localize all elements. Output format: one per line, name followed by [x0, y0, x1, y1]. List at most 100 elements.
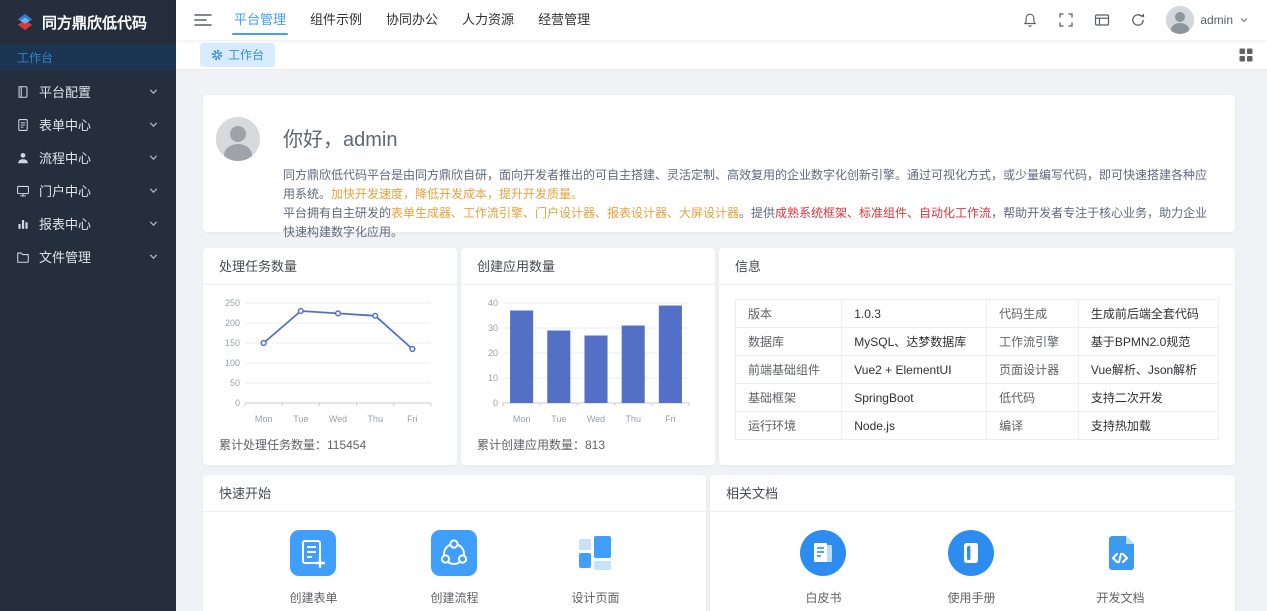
manual-icon	[948, 530, 994, 576]
grid-icon[interactable]	[1239, 48, 1253, 62]
nav-tab-0[interactable]: 平台管理	[232, 0, 288, 40]
sidebar-item-2[interactable]: 流程中心	[0, 141, 176, 174]
info-label: 页面设计器	[987, 356, 1079, 384]
svg-text:20: 20	[488, 348, 498, 358]
bell-icon[interactable]	[1022, 12, 1038, 28]
refresh-icon[interactable]	[1130, 12, 1146, 28]
nav-tabs: 平台管理组件示例协同办公人力资源经营管理	[232, 0, 592, 40]
sidebar-item-1[interactable]: 表单中心	[0, 108, 176, 141]
info-value: 1.0.3	[842, 300, 987, 328]
tasks-chart: 050100150200250MonTueWedThuFri	[203, 285, 457, 434]
nav-tab-2[interactable]: 协同办公	[384, 0, 440, 40]
info-table: 版本1.0.3代码生成生成前后端全套代码数据库MySQL、达梦数据库工作流引擎基…	[735, 299, 1219, 440]
info-label: 版本	[736, 300, 842, 328]
svg-text:10: 10	[488, 373, 498, 383]
doc-item-0[interactable]: 白皮书	[800, 530, 846, 606]
quick-start-items: 创建表单 创建流程 设计页面	[203, 512, 706, 606]
content: 你好，admin 同方鼎欣低代码平台是由同方鼎欣自研，面向开发者推出的可自主搭建…	[176, 70, 1267, 611]
quick-start-item-2[interactable]: 设计页面	[571, 530, 619, 606]
fullscreen-icon[interactable]	[1058, 12, 1074, 28]
sidebar-item-0[interactable]: 平台配置	[0, 75, 176, 108]
info-value: Vue解析、Json解析	[1078, 356, 1218, 384]
info-label: 工作流引擎	[987, 328, 1079, 356]
avatar	[1166, 6, 1194, 34]
portal-center-icon	[16, 184, 30, 198]
doc-item-1[interactable]: 使用手册	[947, 530, 995, 606]
info-value: 支持二次开发	[1078, 384, 1218, 412]
info-value: 基于BPMN2.0规范	[1078, 328, 1218, 356]
info-table-wrap: 版本1.0.3代码生成生成前后端全套代码数据库MySQL、达梦数据库工作流引擎基…	[719, 285, 1235, 454]
svg-text:200: 200	[225, 318, 240, 328]
svg-text:Fri: Fri	[665, 414, 676, 424]
tasks-line-chart: 050100150200250MonTueWedThuFri	[217, 293, 439, 429]
nav-tab-1[interactable]: 组件示例	[308, 0, 364, 40]
info-row: 前端基础组件Vue2 + ElementUI页面设计器Vue解析、Json解析	[736, 356, 1219, 384]
app-root: 同方鼎欣低代码 工作台 平台配置表单中心流程中心门户中心报表中心文件管理 平台管…	[0, 0, 1267, 611]
greeting: 你好，admin	[283, 123, 1215, 152]
doc-item-label: 白皮书	[805, 589, 841, 606]
info-row: 数据库MySQL、达梦数据库工作流引擎基于BPMN2.0规范	[736, 328, 1219, 356]
nav-tab-4[interactable]: 经营管理	[536, 0, 592, 40]
quick-start-item-label: 创建流程	[430, 589, 478, 606]
doc-item-2[interactable]: 开发文档	[1096, 530, 1144, 606]
quick-start-item-label: 设计页面	[571, 589, 619, 606]
welcome-description: 同方鼎欣低代码平台是由同方鼎欣自研，面向开发者推出的可自主搭建、灵活定制、高效复…	[283, 166, 1215, 242]
topbar-right: admin	[1022, 6, 1249, 34]
sidebar-item-4[interactable]: 报表中心	[0, 207, 176, 240]
gear-icon	[211, 49, 223, 61]
info-title: 信息	[719, 248, 1235, 285]
sidebar-item-3[interactable]: 门户中心	[0, 174, 176, 207]
welcome-avatar	[216, 117, 260, 161]
sidebar-item-5[interactable]: 文件管理	[0, 240, 176, 273]
logo-text: 同方鼎欣低代码	[42, 12, 147, 33]
info-label: 编译	[987, 412, 1079, 440]
tab-workbench[interactable]: 工作台	[200, 43, 275, 67]
apps-chart-card: 创建应用数量 010203040MonTueWedThuFri 累计创建应用数量…	[461, 248, 715, 465]
info-row: 运行环境Node.js编译支持热加载	[736, 412, 1219, 440]
quick-start-item-0[interactable]: 创建表单	[289, 530, 337, 606]
svg-text:Tue: Tue	[551, 414, 566, 424]
process-center-icon	[16, 151, 30, 165]
layout-icon[interactable]	[1094, 12, 1110, 28]
sidebar-item-label: 流程中心	[39, 148, 148, 167]
design-page-icon	[572, 530, 618, 576]
info-row: 基础框架SpringBoot低代码支持二次开发	[736, 384, 1219, 412]
chevron-down-icon	[148, 251, 160, 263]
apps-bar-chart: 010203040MonTueWedThuFri	[475, 293, 697, 429]
quick-start-card: 快速开始 创建表单创建流程设计页面	[203, 475, 706, 611]
form-center-icon	[16, 118, 30, 132]
chevron-down-icon	[148, 218, 160, 230]
user-menu[interactable]: admin	[1166, 6, 1249, 34]
info-value: SpringBoot	[842, 384, 987, 412]
svg-text:Mon: Mon	[513, 414, 531, 424]
apps-chart-title: 创建应用数量	[461, 248, 715, 285]
svg-text:Thu: Thu	[625, 414, 641, 424]
svg-text:250: 250	[225, 298, 240, 308]
apps-chart: 010203040MonTueWedThuFri	[461, 285, 715, 434]
doc-item-label: 使用手册	[947, 589, 995, 606]
platform-config-icon	[16, 85, 30, 99]
quick-start-item-1[interactable]: 创建流程	[430, 530, 478, 606]
svg-text:Mon: Mon	[255, 414, 273, 424]
svg-text:Thu: Thu	[367, 414, 383, 424]
quick-start-item-label: 创建表单	[289, 589, 337, 606]
tags-view-bar: 工作台	[176, 40, 1267, 70]
workbench-label: 工作台	[17, 49, 53, 66]
docs-title: 相关文档	[710, 475, 1235, 512]
sidebar-active-workbench[interactable]: 工作台	[0, 44, 176, 70]
tab-workbench-label: 工作台	[228, 46, 264, 63]
welcome-card: 你好，admin 同方鼎欣低代码平台是由同方鼎欣自研，面向开发者推出的可自主搭建…	[203, 95, 1235, 232]
sidebar: 同方鼎欣低代码 工作台 平台配置表单中心流程中心门户中心报表中心文件管理	[0, 0, 176, 611]
bottom-row: 快速开始 创建表单创建流程设计页面 相关文档 白皮书使用手册开发文档	[203, 475, 1235, 611]
stats-row: 处理任务数量 050100150200250MonTueWedThuFri 累计…	[203, 248, 1235, 465]
sidebar-item-label: 表单中心	[39, 115, 148, 134]
dev-doc-icon	[1097, 530, 1143, 576]
nav-tab-3[interactable]: 人力资源	[460, 0, 516, 40]
info-label: 基础框架	[736, 384, 842, 412]
tasks-total-label: 累计处理任务数量：115454	[203, 434, 457, 455]
app-logo[interactable]: 同方鼎欣低代码	[0, 0, 176, 44]
svg-text:Wed: Wed	[587, 414, 605, 424]
hamburger-icon[interactable]	[194, 12, 212, 28]
svg-text:100: 100	[225, 358, 240, 368]
welcome-line1: 同方鼎欣低代码平台是由同方鼎欣自研，面向开发者推出的可自主搭建、灵活定制、高效复…	[283, 166, 1215, 204]
